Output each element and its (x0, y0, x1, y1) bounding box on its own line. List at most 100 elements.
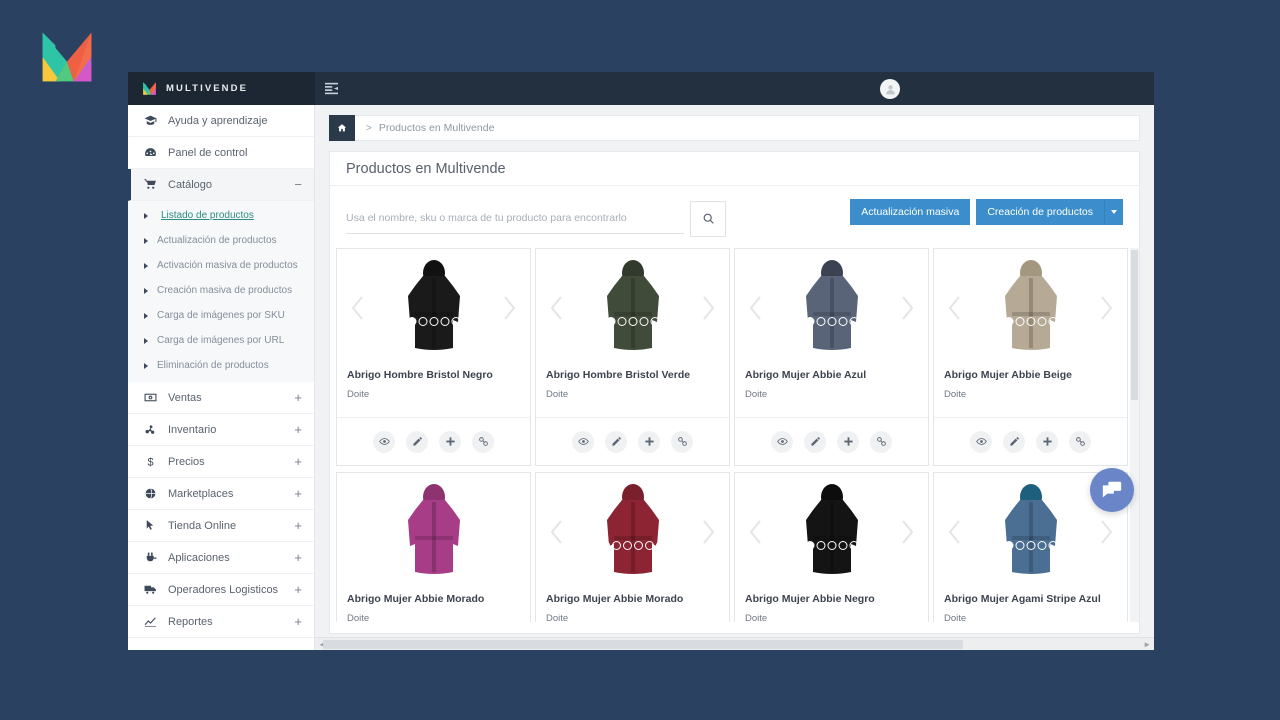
carousel-dot[interactable] (1026, 541, 1035, 551)
sidebar[interactable]: Ayuda y aprendizaje Panel de control Cat… (128, 105, 315, 650)
carousel-dots[interactable] (1004, 541, 1057, 551)
product-grid-scroll-area[interactable]: Abrigo Hombre Bristol Negro Doite Abrigo H… (330, 248, 1139, 622)
link-icon[interactable] (870, 430, 892, 453)
carousel-next-arrow[interactable] (899, 295, 915, 321)
pencil-icon[interactable] (804, 430, 826, 453)
product-image-carousel[interactable] (934, 249, 1127, 367)
sidebar-item-reportes[interactable]: Reportes + (128, 606, 314, 638)
sidebar-item-ventas[interactable]: Ventas + (128, 382, 314, 414)
carousel-dot[interactable] (606, 317, 615, 327)
chat-widget-button[interactable] (1090, 468, 1134, 512)
carousel-dot[interactable] (1004, 541, 1013, 551)
sidebar-subitem-listado-de-productos[interactable]: Listado de productos (128, 203, 314, 228)
sidebar-subitem-carga-de-imagenes-por-url[interactable]: Carga de imágenes por URL (128, 328, 314, 353)
product-card[interactable]: Abrigo Mujer Abbie Negro Doite (734, 472, 929, 622)
plus-icon[interactable] (837, 430, 859, 453)
carousel-next-arrow[interactable] (700, 519, 716, 545)
sidebar-subitem-actualizacion-de-productos[interactable]: Actualización de productos (128, 228, 314, 253)
carousel-dot[interactable] (451, 317, 460, 327)
carousel-dots[interactable] (805, 541, 858, 551)
link-icon[interactable] (671, 430, 693, 453)
carousel-prev-arrow[interactable] (549, 519, 565, 545)
carousel-dot[interactable] (650, 317, 659, 327)
carousel-dot[interactable] (429, 317, 438, 327)
product-card[interactable]: Abrigo Mujer Abbie Azul Doite (734, 248, 929, 466)
sidebar-item-tienda-online[interactable]: Tienda Online + (128, 510, 314, 542)
sidebar-item-marketplaces[interactable]: Marketplaces + (128, 478, 314, 510)
pencil-icon[interactable] (1003, 430, 1025, 453)
carousel-dot[interactable] (633, 541, 643, 551)
pencil-icon[interactable] (605, 430, 627, 453)
carousel-dot[interactable] (617, 317, 626, 327)
carousel-dot[interactable] (418, 317, 427, 327)
carousel-dot[interactable] (805, 541, 814, 551)
carousel-next-arrow[interactable] (700, 295, 716, 321)
carousel-prev-arrow[interactable] (748, 295, 764, 321)
carousel-next-arrow[interactable] (899, 519, 915, 545)
carousel-dot[interactable] (639, 317, 648, 327)
expand-sign[interactable]: + (294, 551, 302, 564)
user-avatar[interactable] (880, 79, 900, 99)
sidebar-subitem-creacion-masiva-de-productos[interactable]: Creación masiva de productos (128, 278, 314, 303)
carousel-dot[interactable] (1037, 317, 1046, 327)
plus-icon[interactable] (1036, 430, 1058, 453)
carousel-dots[interactable] (407, 317, 460, 327)
carousel-dot[interactable] (849, 317, 858, 327)
sidebar-item-catalogo[interactable]: Catálogo − (128, 169, 314, 201)
carousel-dot[interactable] (1026, 317, 1035, 327)
vertical-scrollbar-thumb[interactable] (1131, 250, 1138, 400)
eye-icon[interactable] (771, 430, 793, 453)
product-card[interactable]: Abrigo Mujer Abbie Morado Doite (535, 472, 730, 622)
carousel-dot[interactable] (644, 541, 654, 551)
product-card[interactable]: Abrigo Mujer Abbie Beige Doite (933, 248, 1128, 466)
product-image-carousel[interactable] (337, 473, 530, 591)
carousel-next-arrow[interactable] (1098, 295, 1114, 321)
carousel-dot[interactable] (1037, 541, 1046, 551)
carousel-dot[interactable] (622, 541, 632, 551)
sidebar-item-ayuda-y-aprendizaje[interactable]: Ayuda y aprendizaje (128, 105, 314, 137)
horizontal-scrollbar[interactable]: ◄ ► (315, 637, 1154, 650)
sidebar-subitem-eliminacion-de-productos[interactable]: Eliminación de productos (128, 353, 314, 378)
expand-sign[interactable]: + (294, 391, 302, 404)
search-button[interactable] (690, 200, 726, 237)
sidebar-item-aplicaciones[interactable]: Aplicaciones + (128, 542, 314, 574)
sidebar-item-partial-cutoff[interactable] (128, 638, 314, 650)
carousel-dot[interactable] (1048, 541, 1057, 551)
vertical-scrollbar[interactable] (1130, 248, 1139, 622)
carousel-prev-arrow[interactable] (350, 295, 366, 321)
carousel-dot[interactable] (611, 541, 621, 551)
plus-icon[interactable] (439, 430, 461, 453)
sidebar-subitem-carga-de-imagenes-por-sku[interactable]: Carga de imágenes por SKU (128, 303, 314, 328)
carousel-dot[interactable] (805, 317, 814, 327)
sidebar-subitem-activacion-masiva-de-productos[interactable]: Activación masiva de productos (128, 253, 314, 278)
carousel-dots[interactable] (805, 317, 858, 327)
carousel-dot[interactable] (838, 317, 847, 327)
product-card[interactable]: Abrigo Hombre Bristol Negro Doite (336, 248, 531, 466)
carousel-prev-arrow[interactable] (947, 519, 963, 545)
search-input[interactable] (346, 203, 684, 234)
link-icon[interactable] (1069, 430, 1091, 453)
carousel-dot[interactable] (655, 541, 665, 551)
collapse-sign[interactable]: − (294, 178, 302, 191)
carousel-next-arrow[interactable] (501, 295, 517, 321)
carousel-dot[interactable] (628, 317, 637, 327)
product-card[interactable]: Abrigo Hombre Bristol Verde Doite (535, 248, 730, 466)
expand-sign[interactable]: + (294, 423, 302, 436)
carousel-dot[interactable] (1048, 317, 1057, 327)
sidebar-item-inventario[interactable]: Inventario + (128, 414, 314, 446)
carousel-dot[interactable] (1015, 541, 1024, 551)
carousel-dot[interactable] (440, 317, 449, 327)
carousel-dot[interactable] (1015, 317, 1024, 327)
carousel-dot[interactable] (816, 317, 825, 327)
sidebar-item-operadores-logisticos[interactable]: Operadores Logisticos + (128, 574, 314, 606)
product-image-carousel[interactable] (735, 473, 928, 591)
carousel-dot[interactable] (838, 541, 847, 551)
carousel-dot[interactable] (816, 541, 825, 551)
carousel-dots[interactable] (600, 541, 665, 551)
bulk-update-button[interactable]: Actualización masiva (850, 199, 971, 225)
create-products-button[interactable]: Creación de productos (976, 199, 1104, 225)
carousel-dot[interactable] (827, 541, 836, 551)
expand-sign[interactable]: + (294, 615, 302, 628)
brand-block[interactable]: MULTIVENDE (128, 72, 315, 105)
eye-icon[interactable] (373, 430, 395, 453)
